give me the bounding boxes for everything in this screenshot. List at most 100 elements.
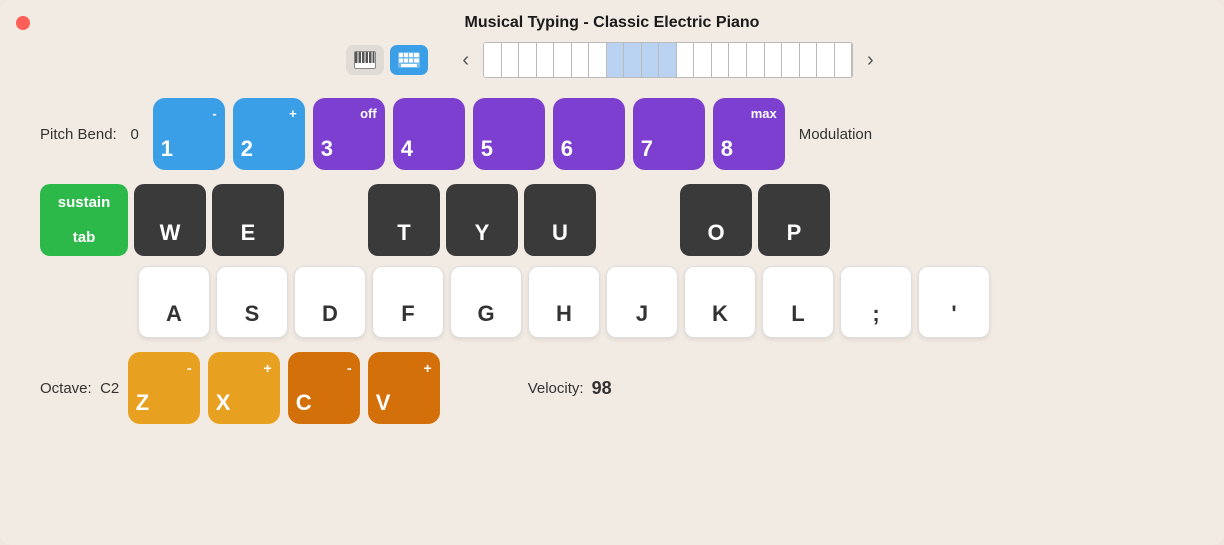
- pitch-bend-key-7[interactable]: 7: [633, 98, 705, 170]
- white-key-label: F: [401, 301, 414, 327]
- octave-value: C2: [100, 380, 120, 397]
- black-key-label: W: [160, 220, 181, 246]
- main-content: Pitch Bend: 0 - 1 + 2 off 3 4: [0, 88, 1224, 545]
- pitch-bend-key-5[interactable]: 5: [473, 98, 545, 170]
- black-key-E[interactable]: E: [212, 184, 284, 256]
- sustain-bottom-label: tab: [73, 229, 96, 246]
- black-key-Y[interactable]: Y: [446, 184, 518, 256]
- black-keys-row: sustain tab W E T Y: [40, 184, 1184, 256]
- white-key-G[interactable]: G: [450, 266, 522, 338]
- key-top-label: +: [289, 106, 297, 121]
- white-key-label: J: [636, 301, 648, 327]
- modulation-label: Modulation: [799, 126, 872, 143]
- key-bottom-label: 2: [241, 136, 253, 162]
- key-top-label: -: [212, 106, 216, 121]
- octave-plus-V[interactable]: + V: [368, 352, 440, 424]
- pitch-bend-key-1[interactable]: - 1: [153, 98, 225, 170]
- spacer: [290, 184, 362, 256]
- octave-label: Octave:: [40, 380, 92, 397]
- piano-key: [589, 43, 607, 77]
- piano-key: [800, 43, 818, 77]
- key-top-label: max: [751, 106, 777, 121]
- piano-key: [537, 43, 555, 77]
- piano-key: [817, 43, 835, 77]
- pitch-bend-label: Pitch Bend:: [40, 126, 117, 143]
- nav-left-button[interactable]: ‹: [458, 49, 473, 72]
- key-bottom-label: 4: [401, 136, 413, 162]
- pitch-bend-key-6[interactable]: 6: [553, 98, 625, 170]
- white-key-label: H: [556, 301, 572, 327]
- pitch-bend-key-8[interactable]: max 8: [713, 98, 785, 170]
- piano-key: [712, 43, 730, 77]
- piano-key-selected: [659, 43, 677, 77]
- piano-key: [677, 43, 695, 77]
- white-key-label: ': [951, 301, 956, 327]
- app-window: Musical Typing - Classic Electric Piano: [0, 0, 1224, 545]
- octave-plus-X[interactable]: + X: [208, 352, 280, 424]
- pitch-bend-key-3[interactable]: off 3: [313, 98, 385, 170]
- white-key-D[interactable]: D: [294, 266, 366, 338]
- piano-key: [502, 43, 520, 77]
- black-key-P[interactable]: P: [758, 184, 830, 256]
- octave-key-top: +: [424, 360, 432, 376]
- white-key-quote[interactable]: ': [918, 266, 990, 338]
- black-key-W[interactable]: W: [134, 184, 206, 256]
- piano-key: [747, 43, 765, 77]
- white-key-H[interactable]: H: [528, 266, 600, 338]
- key-bottom-label: 8: [721, 136, 733, 162]
- black-key-label: Y: [475, 220, 490, 246]
- keyboard-section: sustain tab W E T Y: [40, 184, 1184, 342]
- white-key-label: A: [166, 301, 182, 327]
- piano-view-button[interactable]: [346, 45, 384, 75]
- octave-minus-C[interactable]: - C: [288, 352, 360, 424]
- key-top-label: off: [360, 106, 377, 121]
- piano-white-keys: [484, 43, 852, 77]
- spacer: [602, 184, 674, 256]
- octave-minus-Z[interactable]: - Z: [128, 352, 200, 424]
- close-button[interactable]: [16, 16, 30, 30]
- piano-key: [519, 43, 537, 77]
- octave-key-bottom: Z: [136, 390, 149, 416]
- pitch-bend-key-4[interactable]: 4: [393, 98, 465, 170]
- octave-key-bottom: V: [376, 390, 391, 416]
- black-key-O[interactable]: O: [680, 184, 752, 256]
- toolbar-icons: [346, 45, 428, 75]
- key-bottom-label: 5: [481, 136, 493, 162]
- black-key-T[interactable]: T: [368, 184, 440, 256]
- white-key-K[interactable]: K: [684, 266, 756, 338]
- keyboard-view-button[interactable]: [390, 45, 428, 75]
- sustain-key[interactable]: sustain tab: [40, 184, 128, 256]
- octave-key-top: -: [187, 360, 192, 376]
- pitch-bend-key-2[interactable]: + 2: [233, 98, 305, 170]
- black-key-U[interactable]: U: [524, 184, 596, 256]
- window-controls: [16, 16, 30, 30]
- octave-row: Octave: C2 - Z + X - C + V Velocity: 98: [40, 352, 1184, 424]
- sustain-top-label: sustain: [58, 194, 111, 211]
- white-key-label: ;: [872, 301, 879, 327]
- black-key-label: E: [241, 220, 256, 246]
- white-key-J[interactable]: J: [606, 266, 678, 338]
- spacer: [836, 184, 908, 256]
- velocity-section: Velocity: 98: [528, 378, 612, 399]
- piano-key-selected: [642, 43, 660, 77]
- octave-key-bottom: X: [216, 390, 231, 416]
- key-bottom-label: 1: [161, 136, 173, 162]
- white-key-L[interactable]: L: [762, 266, 834, 338]
- white-key-label: D: [322, 301, 338, 327]
- piano-key: [484, 43, 502, 77]
- black-key-label: T: [397, 220, 410, 246]
- white-key-semicolon[interactable]: ;: [840, 266, 912, 338]
- piano-key: [572, 43, 590, 77]
- black-key-label: P: [787, 220, 802, 246]
- white-key-F[interactable]: F: [372, 266, 444, 338]
- white-key-S[interactable]: S: [216, 266, 288, 338]
- octave-key-top: +: [264, 360, 272, 376]
- velocity-value: 98: [592, 378, 612, 399]
- piano-key: [782, 43, 800, 77]
- piano-key: [765, 43, 783, 77]
- nav-right-button[interactable]: ›: [863, 49, 878, 72]
- black-key-label: U: [552, 220, 568, 246]
- black-key-label: O: [707, 220, 724, 246]
- key-bottom-label: 3: [321, 136, 333, 162]
- white-key-A[interactable]: A: [138, 266, 210, 338]
